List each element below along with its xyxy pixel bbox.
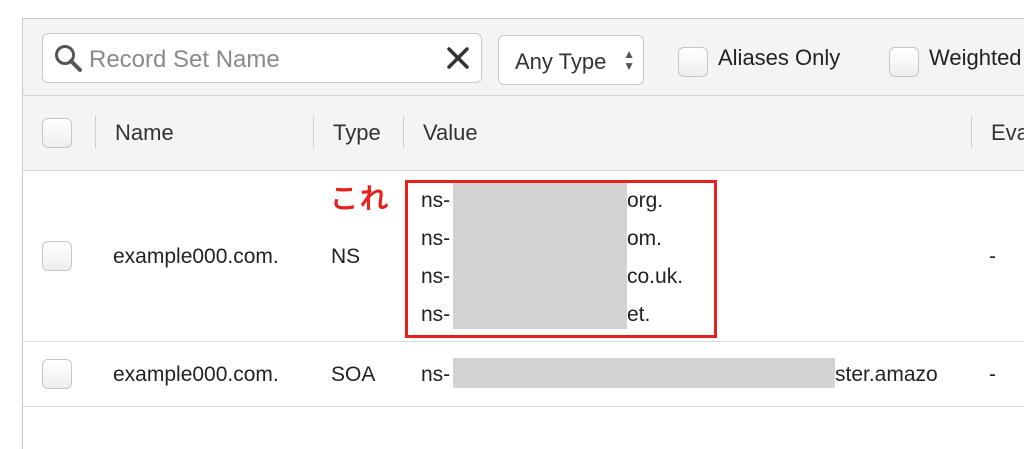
- record-type: SOA: [331, 363, 376, 386]
- column-divider: [95, 116, 96, 148]
- record-value-suffix: ster.amazo: [835, 363, 938, 386]
- table-row[interactable]: example000.com. SOA ns- ster.amazo -: [23, 342, 1024, 407]
- search-placeholder: Record Set Name: [89, 46, 280, 73]
- row-checkbox[interactable]: [42, 241, 72, 271]
- column-header-evaluate[interactable]: Eva: [991, 120, 1024, 146]
- record-type: NS: [331, 245, 361, 268]
- column-divider: [971, 116, 972, 148]
- record-value-prefix: ns-: [421, 363, 451, 386]
- record-evaluate: -: [989, 245, 996, 268]
- record-evaluate: -: [989, 363, 996, 386]
- record-name: example000.com.: [113, 363, 279, 386]
- select-arrows-icon: ▲ ▼: [623, 47, 635, 73]
- column-header-type[interactable]: Type: [333, 120, 381, 146]
- weighted-label: Weighted: [929, 45, 1022, 70]
- annotation-label: これ: [330, 182, 391, 215]
- row-checkbox[interactable]: [42, 359, 72, 389]
- column-header-value[interactable]: Value: [423, 120, 478, 146]
- column-divider: [313, 116, 314, 148]
- close-icon[interactable]: [445, 45, 471, 71]
- table-row[interactable]: example000.com. NS ns- org. ns- om. ns- …: [23, 171, 1024, 342]
- aliases-only-checkbox[interactable]: [678, 47, 708, 77]
- record-sets-panel: Record Set Name Any Type ▲ ▼ Aliases Only…: [22, 18, 1024, 449]
- redacted-value-block: [453, 358, 835, 388]
- search-icon: [55, 45, 82, 72]
- type-filter-value: Any Type: [515, 49, 607, 74]
- aliases-only-label: Aliases Only: [718, 45, 841, 70]
- table-header: Name Type Value Eva: [23, 96, 1024, 171]
- search-field[interactable]: Record Set Name: [42, 33, 482, 83]
- filter-toolbar: Record Set Name Any Type ▲ ▼ Aliases Only…: [23, 19, 1024, 96]
- type-filter-select[interactable]: Any Type ▲ ▼: [498, 35, 644, 85]
- record-name: example000.com.: [113, 245, 279, 268]
- column-divider: [403, 116, 404, 148]
- weighted-checkbox[interactable]: [889, 47, 919, 77]
- column-header-name[interactable]: Name: [115, 120, 174, 146]
- highlight-annotation-box: [405, 180, 717, 338]
- select-all-checkbox[interactable]: [42, 118, 72, 148]
